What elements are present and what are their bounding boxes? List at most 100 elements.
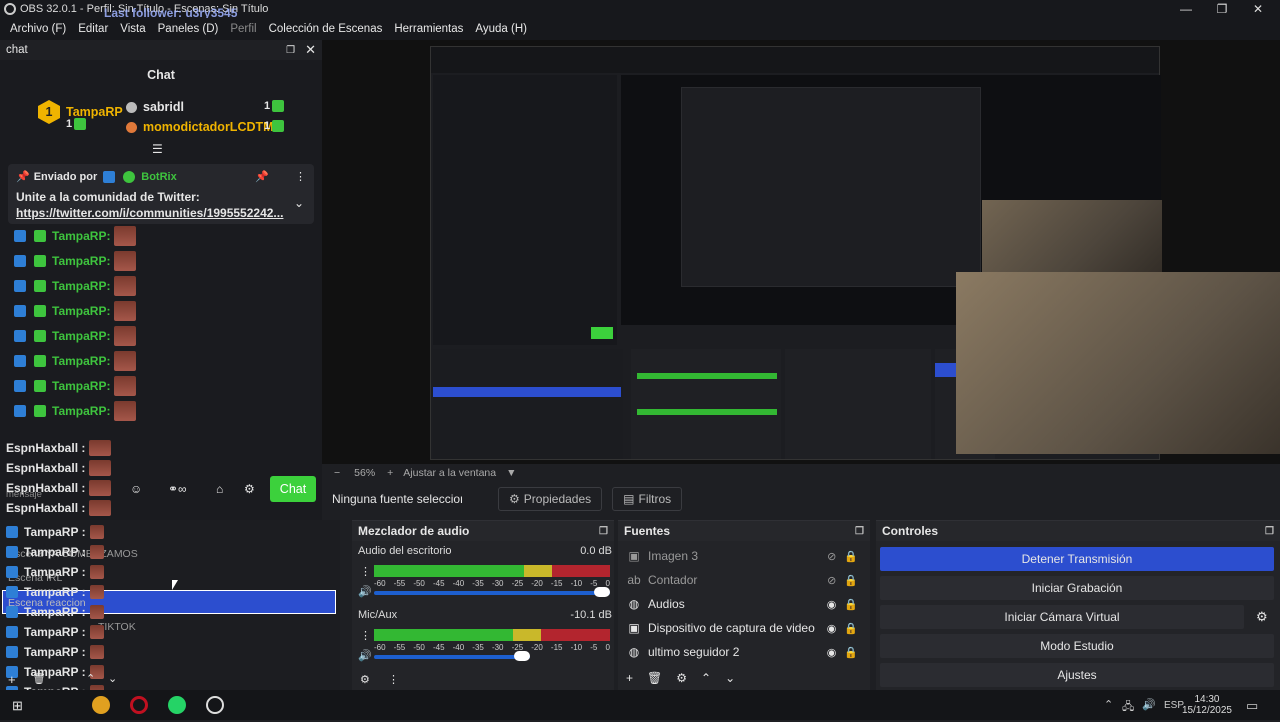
gift-icon (74, 118, 87, 130)
emote-icon (89, 480, 112, 496)
maximize-button[interactable]: ❐ (1204, 0, 1240, 18)
fit-dropdown-icon[interactable]: ▼ (506, 467, 516, 479)
pinned-link[interactable]: https://twitter.com/i/communities/199555… (16, 206, 306, 220)
lock-icon[interactable]: 🔒 (844, 646, 858, 659)
menu-vista[interactable]: Vista (120, 23, 145, 35)
eye-slash-icon[interactable]: ⊘ (827, 574, 836, 587)
settings-icon[interactable]: ⚙ (244, 482, 255, 496)
clock[interactable]: 14:30 15/12/2025 (1182, 690, 1232, 720)
chat-username: TampaRP: (52, 354, 111, 368)
source-item[interactable]: ab Contador ⊘ 🔒 (626, 569, 858, 591)
chat-message: TampaRP: (12, 301, 137, 321)
emoji-icon[interactable]: ☺ (130, 482, 142, 496)
filters-button[interactable]: ▤ Filtros (612, 487, 683, 511)
preview-canvas[interactable] (322, 40, 1280, 464)
properties-button[interactable]: ⚙ Propiedades (498, 487, 603, 511)
lock-icon[interactable]: 🔒 (844, 574, 858, 587)
studio-mode-button[interactable]: Modo Estudio (880, 634, 1274, 658)
menu-editar[interactable]: Editar (78, 23, 108, 35)
notification-icon[interactable]: ▭ (1246, 698, 1258, 714)
move-up-icon[interactable]: ⌃ (86, 672, 95, 685)
float-icon[interactable]: ❐ (599, 526, 608, 537)
start-recording-button[interactable]: Iniciar Grabación (880, 576, 1274, 600)
source-item[interactable]: ▣ Dispositivo de captura de video ◉ 🔒 (626, 617, 858, 639)
add-source-icon[interactable]: + (626, 671, 633, 685)
menu-coleccion[interactable]: Colección de Escenas (269, 23, 383, 35)
browser-app-icon[interactable] (92, 696, 110, 714)
delete-source-icon[interactable]: 🗑 (647, 671, 662, 685)
volume-slider[interactable] (374, 591, 610, 595)
close-button[interactable]: ✕ (1240, 0, 1276, 18)
channel-menu-icon[interactable]: ⋮ (360, 629, 371, 642)
obs-app-icon[interactable] (206, 696, 224, 714)
menu-paneles[interactable]: Paneles (D) (158, 23, 219, 35)
opera-app-icon[interactable] (130, 696, 148, 714)
menu-herramientas[interactable]: Herramientas (394, 23, 463, 35)
controls-title: Controles (882, 524, 939, 538)
source-item[interactable]: ◍ ultimo seguidor 2 ◉ 🔒 (626, 641, 858, 663)
scene-item[interactable]: TIKTOK (98, 621, 136, 633)
lock-icon[interactable]: 🔒 (844, 598, 858, 611)
delete-scene-icon[interactable]: 🗑 (32, 672, 46, 685)
volume-slider-handle[interactable] (514, 651, 530, 661)
top-sub-3: momodictadorLCDTM (126, 120, 274, 134)
menu-ayuda[interactable]: Ayuda (H) (475, 23, 527, 35)
volume-slider-handle[interactable] (594, 587, 610, 597)
lock-icon[interactable]: 🔒 (844, 550, 858, 563)
speaker-icon[interactable]: 🔊 (358, 585, 372, 598)
more-options-icon[interactable]: ⋮ (295, 170, 306, 183)
close-dock-icon[interactable]: ✕ (305, 42, 316, 58)
chat-send-button[interactable]: Chat (270, 476, 316, 502)
chat-message: TampaRP: (12, 326, 137, 346)
emote-icon (114, 226, 137, 246)
unpin-icon[interactable]: 📌 (255, 170, 269, 183)
float-icon[interactable]: ❐ (855, 526, 864, 537)
collapse-icon[interactable]: ☰ (152, 142, 163, 156)
zoom-out-icon[interactable]: − (334, 467, 340, 479)
link-icon[interactable]: ⚭∞ (168, 482, 187, 496)
sub-badge-icon (34, 380, 46, 392)
stop-stream-button[interactable]: Detener Transmisión (880, 547, 1274, 571)
settings-button[interactable]: Ajustes (880, 663, 1274, 687)
chat-message: TampaRP: (12, 251, 137, 271)
minimize-button[interactable]: — (1168, 0, 1204, 18)
eye-icon[interactable]: ◉ (827, 646, 837, 659)
kick-badge-icon (6, 646, 18, 658)
volume-icon[interactable]: 🔊 (1142, 698, 1156, 711)
store-icon[interactable]: ⌂ (216, 482, 223, 496)
whatsapp-app-icon[interactable] (168, 696, 186, 714)
eye-icon[interactable]: ◉ (827, 598, 837, 611)
add-scene-icon[interactable]: + (8, 672, 16, 687)
float-icon[interactable]: ❐ (286, 45, 295, 56)
move-down-icon[interactable]: ⌄ (108, 672, 117, 685)
source-settings-icon[interactable]: ⚙ (676, 671, 687, 685)
move-up-icon[interactable]: ⌃ (701, 671, 711, 685)
chat-username: TampaRP : (24, 565, 86, 579)
menu-archivo[interactable]: Archivo (F) (10, 23, 66, 35)
medal-icon (126, 121, 137, 133)
virtual-camera-button[interactable]: Iniciar Cámara Virtual (880, 605, 1244, 629)
eye-icon[interactable]: ◉ (827, 622, 837, 635)
move-down-icon[interactable]: ⌄ (725, 671, 735, 685)
speaker-icon[interactable]: 🔊 (358, 649, 372, 662)
zoom-in-icon[interactable]: + (387, 467, 393, 479)
float-icon[interactable]: ❐ (1265, 526, 1274, 537)
channel-menu-icon[interactable]: ⋮ (360, 565, 371, 578)
chevron-down-icon[interactable]: ⌄ (294, 196, 304, 210)
chat-input[interactable]: mensaje (6, 484, 42, 504)
top-sub-name: TampaRP (66, 105, 123, 119)
chat-message: TampaRP : (4, 522, 104, 542)
gear-icon[interactable]: ⚙ (1256, 609, 1268, 625)
mixer-menu-icon[interactable]: ⋮ (388, 673, 399, 686)
lock-icon[interactable]: 🔒 (844, 622, 858, 635)
menu-perfil[interactable]: Perfil (230, 23, 256, 35)
start-icon[interactable]: ⊞ (12, 698, 23, 714)
chevron-up-icon[interactable]: ⌃ (1104, 698, 1113, 711)
network-icon[interactable]: 🖧 (1122, 698, 1134, 717)
source-item[interactable]: ◍ Audios ◉ 🔒 (626, 593, 858, 615)
eye-slash-icon[interactable]: ⊘ (827, 550, 836, 563)
mixer-settings-icon[interactable]: ⚙ (360, 673, 370, 686)
source-item[interactable]: ▣ Imagen 3 ⊘ 🔒 (626, 545, 858, 567)
volume-slider[interactable] (374, 655, 530, 659)
fit-to-window[interactable]: Ajustar a la ventana (403, 467, 496, 479)
